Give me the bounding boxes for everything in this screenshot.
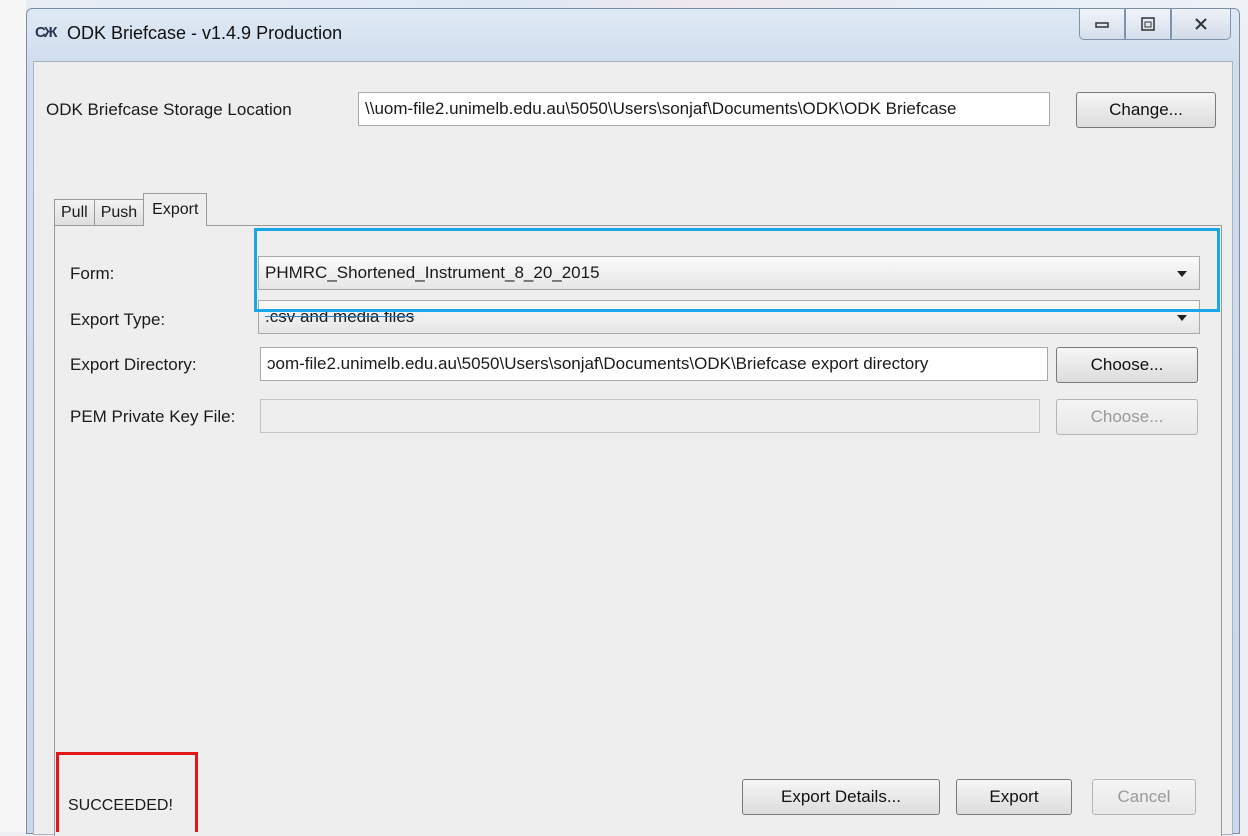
odk-app-icon: СЖ xyxy=(35,24,57,41)
desktop-background-left xyxy=(0,0,27,832)
choose-export-directory-button[interactable]: Choose... xyxy=(1056,347,1198,383)
tab-strip: Pull Push Export xyxy=(54,193,208,226)
storage-location-label: ODK Briefcase Storage Location xyxy=(46,100,292,119)
form-label: Form: xyxy=(70,264,115,283)
window-title: ODK Briefcase - v1.4.9 Production xyxy=(67,23,343,43)
briefcase-window: СЖ ODK Briefcase - v1.4.9 Production ODK… xyxy=(26,8,1240,836)
export-button[interactable]: Export xyxy=(956,779,1072,815)
blue-highlight-annotation xyxy=(254,228,1220,312)
export-type-label: Export Type: xyxy=(70,310,166,329)
choose-pem-key-button: Choose... xyxy=(1056,399,1198,435)
maximize-button[interactable] xyxy=(1125,9,1171,40)
window-controls xyxy=(1079,9,1231,40)
window-client-area: ODK Briefcase Storage Location \\uom-fil… xyxy=(33,61,1233,836)
pem-key-label: PEM Private Key File: xyxy=(70,407,236,426)
maximize-icon xyxy=(1141,17,1155,31)
export-details-button[interactable]: Export Details... xyxy=(742,779,940,815)
pem-key-field xyxy=(260,399,1040,433)
tab-push[interactable]: Push xyxy=(93,199,145,226)
export-directory-label: Export Directory: xyxy=(70,355,197,374)
chevron-down-icon xyxy=(1177,315,1187,321)
red-highlight-annotation xyxy=(56,752,198,832)
title-bar[interactable]: СЖ ODK Briefcase - v1.4.9 Production xyxy=(27,9,1239,57)
close-button[interactable] xyxy=(1171,9,1231,40)
change-storage-button[interactable]: Change... xyxy=(1076,92,1216,128)
minimize-icon xyxy=(1095,22,1109,28)
cancel-button: Cancel xyxy=(1092,779,1196,815)
minimize-button[interactable] xyxy=(1079,9,1125,40)
storage-location-field[interactable]: \\uom-file2.unimelb.edu.au\5050\Users\so… xyxy=(358,92,1050,126)
export-directory-field[interactable]: ɔom-file2.unimelb.edu.au\5050\Users\sonj… xyxy=(260,347,1048,381)
tab-pull[interactable]: Pull xyxy=(54,199,95,226)
tab-export[interactable]: Export xyxy=(143,193,208,226)
close-icon xyxy=(1195,18,1207,30)
